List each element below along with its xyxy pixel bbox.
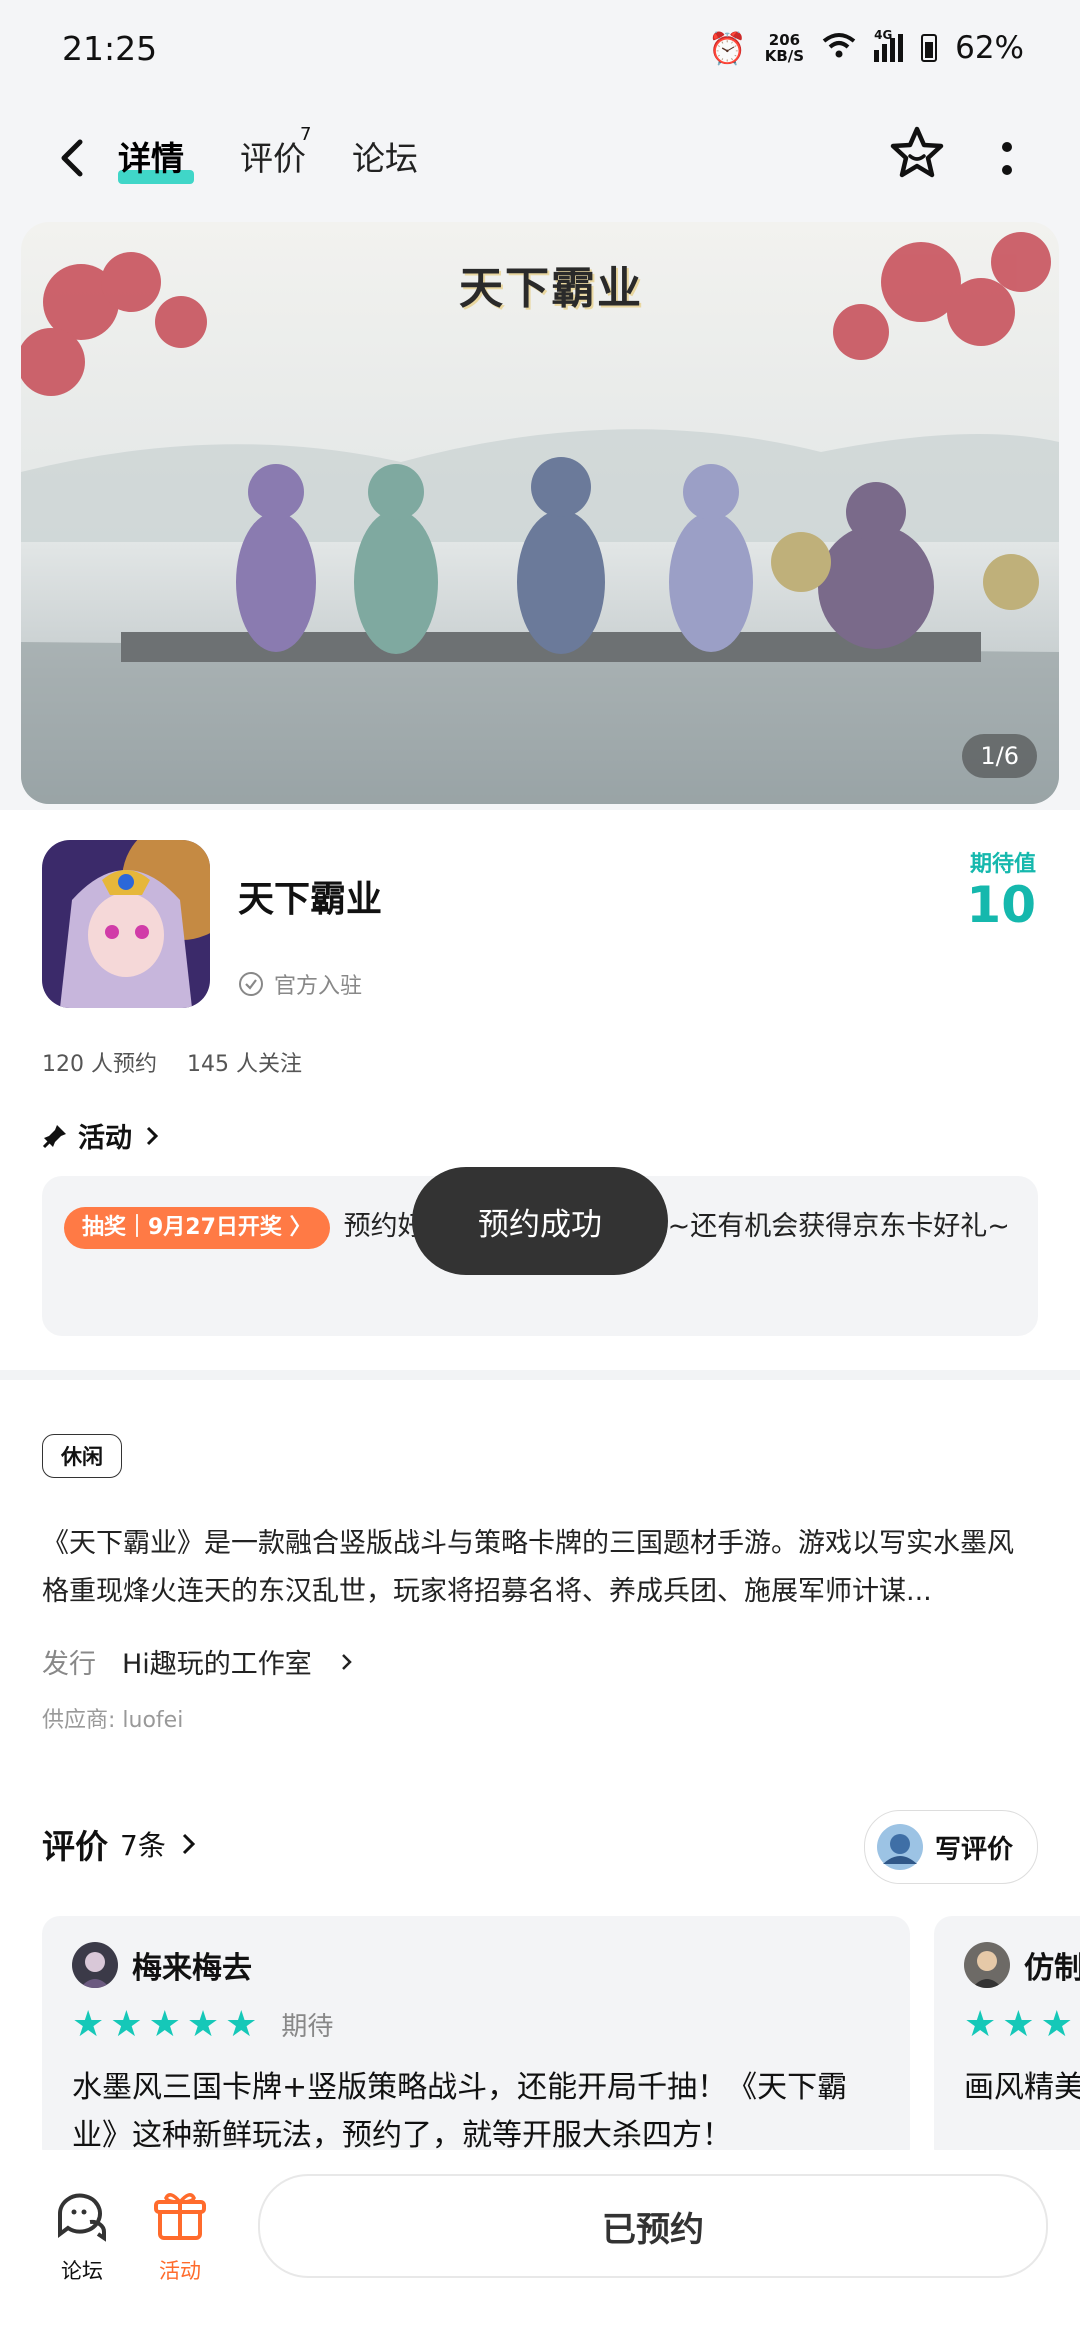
favorite-star-icon[interactable] [888,124,946,182]
write-review-button[interactable]: 写评价 [863,1810,1038,1884]
tab-reviews-badge: 7 [300,124,312,145]
details-section: 休闲 《天下霸业》是一款融合竖版战斗与策略卡牌的三国题材手游。游戏以写实水墨风格… [0,1380,1080,2260]
expect-label: 期待值 [969,852,1036,877]
alarm-icon: ⏰ [708,30,747,67]
activity-header[interactable]: 活动 [42,1116,162,1155]
bottom-activity-button[interactable]: 活动 [140,2188,220,2285]
review-user: 仿制 [964,1942,1080,1988]
tab-reviews[interactable]: 评价 [240,132,306,180]
section-divider [0,1370,1080,1380]
official-badge: 官方入驻 [238,968,362,1000]
network-speed: 206 KB/S [764,31,805,65]
star-icon: ★ [110,2004,143,2045]
status-time: 21:25 [62,28,158,68]
more-options-icon[interactable] [1000,140,1014,180]
check-circle-icon [239,972,263,996]
banner-page-counter: 1/6 [962,734,1037,778]
wifi-icon [822,30,856,66]
banner-carousel[interactable]: 天下霸业 1/6 [21,222,1059,804]
success-toast: 预约成功 [412,1167,668,1275]
review-username: 梅来梅去 [132,1951,252,1986]
back-arrow-icon[interactable] [52,136,96,180]
expect-value: 10 [966,876,1036,934]
battery-icon [921,34,938,62]
top-nav: 详情 评价 7 论坛 [0,120,1080,200]
review-rating: ★ ★ ★ ★ ★ 期待 [72,2004,333,2045]
star-icon: ★ [186,2004,220,2045]
tab-forum[interactable]: 论坛 [352,132,418,180]
review-rating: ★ ★ ★ [964,2004,1073,2045]
star-icon: ★ [148,2004,181,2045]
signal-icon: 4G [874,28,904,62]
app-stats: 120 人预约 145 人关注 [42,1046,302,1078]
review-count: 7条 [120,1829,166,1862]
reserved-button[interactable]: 已预约 [258,2174,1048,2278]
app-icon [42,840,210,1008]
review-text: 水墨风三国卡牌+竖版策略战斗，还能开局千抽！《天下霸业》这种新鲜玩法，预约了，就… [72,2070,848,2153]
battery-percent: 62% [955,30,1024,66]
status-bar: 21:25 ⏰ 206 KB/S 4G 62% [0,0,1080,96]
reservation-count: 120 人预约 [42,1052,157,1077]
publisher-row[interactable]: 发行 Hi趣玩的工作室 [42,1642,356,1681]
review-card[interactable]: 梅来梅去 ★ ★ ★ ★ ★ 期待 水墨风三国卡牌+竖版策略战斗，还能开局千抽！《天下霸… [42,1916,910,2166]
app-name: 天下霸业 [238,879,383,920]
chevron-right-icon [146,1126,159,1145]
publisher-name: Hi趣玩的工作室 [122,1649,312,1680]
follower-count: 145 人关注 [187,1052,302,1077]
user-avatar [876,1824,923,1870]
genre-tag[interactable]: 休闲 [42,1434,122,1478]
pin-icon [42,1124,66,1148]
banner-game-logo: 天下霸业 [459,263,643,314]
rating-label: 期待 [281,2012,334,2042]
star-icon: ★ [225,2004,258,2045]
bottom-forum-button[interactable]: 论坛 [42,2188,122,2285]
star-icon: ★ [72,2004,105,2045]
chevron-right-icon [182,1833,195,1855]
tab-details[interactable]: 详情 [118,132,184,180]
chevron-right-icon [341,1653,352,1670]
gift-icon [154,2193,206,2240]
chat-bubbles-icon [57,2193,107,2242]
supplier-info: 供应商: luofei [42,1708,184,1733]
star-icon: ★ [1002,2004,1035,2045]
avatar [72,1942,118,1988]
review-username: 仿制 [1024,1951,1080,1986]
star-icon: ★ [964,2004,997,2045]
review-text: 画风精美 [964,2070,1080,2105]
lottery-badge[interactable]: 抽奖｜9月27日开奖 〉 [64,1206,330,1249]
star-icon: ★ [1040,2004,1073,2045]
reviews-header[interactable]: 评价 7条 [42,1820,200,1868]
game-description[interactable]: 《天下霸业》是一款融合竖版战斗与策略卡牌的三国题材手游。游戏以写实水墨风格重现烽… [42,1520,1038,1616]
avatar [964,1942,1010,1988]
review-card[interactable]: 仿制 ★ ★ ★ 画风精美 [934,1916,1080,2166]
status-icons: ⏰ 206 KB/S 4G 62% [708,28,1024,67]
bottom-action-bar: 论坛 活动 已预约 [0,2150,1080,2340]
app-info-card: 天下霸业 官方入驻 期待值 10 120 人预约 145 人关注 活动 抽奖｜9… [0,810,1080,1370]
publisher-label: 发行 [42,1649,96,1680]
review-user: 梅来梅去 [72,1942,252,1988]
